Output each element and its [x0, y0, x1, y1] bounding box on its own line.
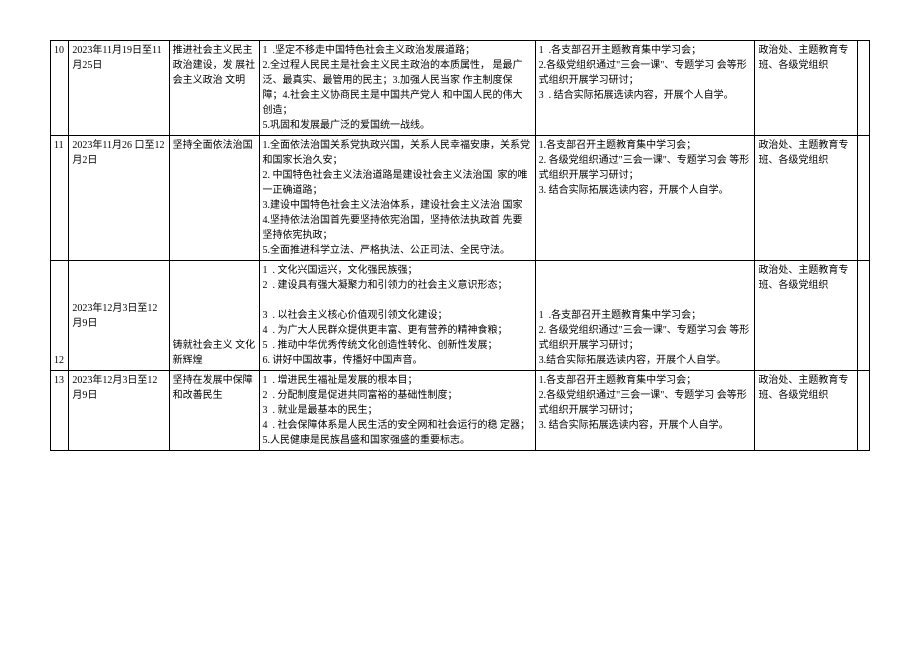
cell-empty: [857, 41, 869, 136]
cell-date: 2023年11月26 口至12月2日: [69, 136, 169, 261]
document-page: 10 2023年11月19日至11月25日 推进社会主义民主政治建设，发 展社会…: [0, 0, 920, 651]
cell-content: 1 . 增进民生福祉是发展的根本目； 2 . 分配制度是促进共同富裕的基础性制度…: [259, 371, 535, 451]
cell-method: 1.各支部召开主题教育集中学习会； 2.各级党组织通过"三会一课"、专题学习 会…: [535, 371, 755, 451]
cell-empty: [857, 136, 869, 261]
table-row: 13 2023年12月3日至12月9日 坚持在发展中保障和改善民生 1 . 增进…: [51, 371, 870, 451]
cell-empty: [857, 371, 869, 451]
cell-content: 1.全面依法治国关系党执政兴国，关系人民幸福安康，关系党和国家长治久安； 2. …: [259, 136, 535, 261]
schedule-table: 10 2023年11月19日至11月25日 推进社会主义民主政治建设，发 展社会…: [50, 40, 870, 451]
cell-index: 12: [51, 261, 69, 371]
cell-index: 10: [51, 41, 69, 136]
cell-method: 1.各支部召开主题教育集中学习会； 2. 各级党组织通过"三会一课"、专题学习会…: [535, 136, 755, 261]
table-row: 10 2023年11月19日至11月25日 推进社会主义民主政治建设，发 展社会…: [51, 41, 870, 136]
cell-content: 1 .坚定不移走中国特色社会主义政治发展道路； 2.全过程人民民主是社会主义民主…: [259, 41, 535, 136]
cell-method: 1 .各支部召开主题教育集中学习会； 2.各级党组织通过"三会一课"、专题学习 …: [535, 41, 755, 136]
table-row: 12 2023年12月3日至12月9日 铸就社会主义 文化新辉煌 1 . 文化兴…: [51, 261, 870, 371]
cell-date: 2023年11月19日至11月25日: [69, 41, 169, 136]
cell-empty: [857, 261, 869, 371]
cell-topic: 坚持在发展中保障和改善民生: [169, 371, 259, 451]
cell-topic: 坚持全面依法治国: [169, 136, 259, 261]
cell-index: 13: [51, 371, 69, 451]
cell-topic: 推进社会主义民主政治建设，发 展社会主义政治 文明: [169, 41, 259, 136]
cell-org: 政治处、主题教育专班、各级党组织: [755, 41, 857, 136]
table-row: 11 2023年11月26 口至12月2日 坚持全面依法治国 1.全面依法治国关…: [51, 136, 870, 261]
cell-org: 政治处、主题教育专班、各级党组织: [755, 261, 857, 371]
cell-topic: 铸就社会主义 文化新辉煌: [169, 261, 259, 371]
cell-org: 政治处、主题教育专班、各级党组织: [755, 136, 857, 261]
cell-date: 2023年12月3日至12月9日: [69, 261, 169, 371]
cell-method: 1 .各支部召开主题教育集中学习会； 2. 各级党组织通过"三会一课"、专题学习…: [535, 261, 755, 371]
cell-org: 政治处、主题教育专班、各级党组织: [755, 371, 857, 451]
cell-index: 11: [51, 136, 69, 261]
cell-date: 2023年12月3日至12月9日: [69, 371, 169, 451]
cell-content: 1 . 文化兴国运兴，文化强民族强； 2 . 建设具有强大凝聚力和引领力的社会主…: [259, 261, 535, 371]
